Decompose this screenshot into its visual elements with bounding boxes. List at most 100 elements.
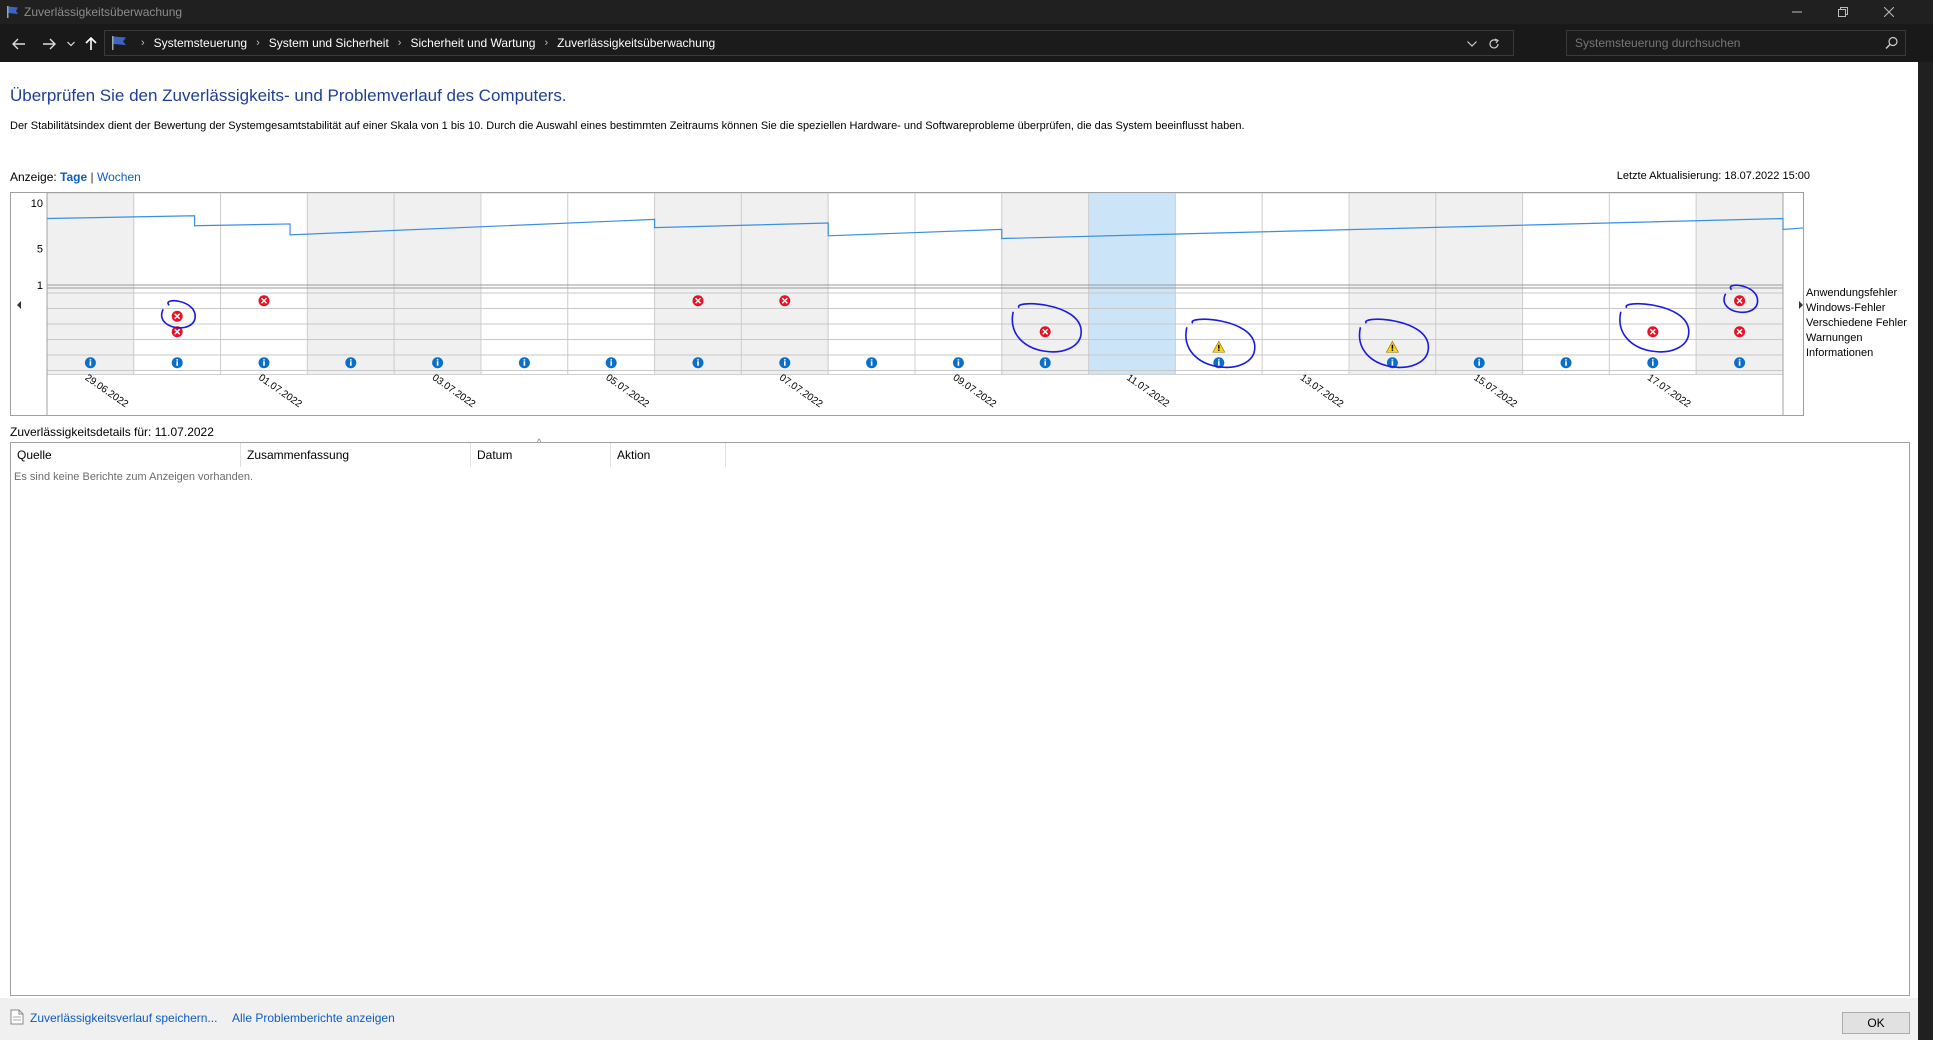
error-icon (258, 295, 270, 307)
info-icon-stem (523, 361, 526, 366)
warning-icon-mark (1218, 344, 1220, 349)
day-column[interactable] (46, 193, 135, 375)
chart-canvas[interactable]: 10 5 1 29.06.2022 01.07.2022 03.07.2022 05.07.… (11, 193, 1804, 416)
info-icon-stem (610, 361, 612, 366)
minimize-icon (1792, 11, 1802, 13)
breadcrumb-systemsteuerung[interactable]: Systemsteuerung (154, 36, 247, 50)
info-icon (171, 357, 183, 369)
info-icon (1647, 357, 1659, 369)
info-icon-stem (176, 361, 178, 366)
legend-windows-fehler: Windows-Fehler (1806, 302, 1886, 314)
info-icon (1473, 357, 1485, 369)
back-button[interactable] (8, 33, 30, 55)
error-icon (1647, 326, 1659, 338)
breadcrumb-separator[interactable]: › (256, 37, 260, 49)
sort-arrow-icon: ^ (537, 437, 542, 447)
info-icon-stem (1738, 361, 1741, 366)
info-icon (432, 357, 444, 369)
last-update-text: Letzte Aktualisierung: 18.07.2022 15:00 (1616, 170, 1810, 182)
main-content: Überprüfen Sie den Zuverlässigkeits- und… (0, 62, 1918, 1040)
warning-icon-dot (1391, 349, 1394, 351)
day-column[interactable] (740, 193, 829, 375)
view-weeks-link[interactable]: Wochen (97, 170, 141, 184)
y-tick-label: 5 (37, 244, 43, 256)
info-icon-dot (1652, 359, 1654, 361)
day-column[interactable] (1522, 193, 1610, 375)
legend-anwendungsfehler: Anwendungsfehler (1806, 287, 1898, 299)
error-icon (1734, 326, 1746, 338)
x-tick-label: 01.07.2022 (256, 372, 304, 410)
save-history-link[interactable]: Zuverlässigkeitsverlauf speichern... (30, 1011, 217, 1025)
info-icon-stem (784, 361, 786, 366)
minimize-button[interactable] (1774, 0, 1820, 24)
view-days-link[interactable]: Tage (60, 170, 87, 184)
info-icon-stem (1391, 361, 1394, 366)
search-box[interactable] (1566, 30, 1906, 56)
close-button[interactable] (1866, 0, 1912, 24)
chevron-down-icon (1467, 41, 1477, 47)
day-column[interactable] (306, 193, 395, 375)
day-column[interactable] (914, 193, 1003, 375)
day-column[interactable] (1608, 193, 1697, 375)
info-icon-dot (784, 359, 786, 361)
restore-button[interactable] (1820, 0, 1866, 24)
scrollbar[interactable] (1918, 62, 1933, 1040)
day-column[interactable] (827, 193, 916, 375)
reliability-chart[interactable]: 10 5 1 29.06.2022 01.07.2022 03.07.2022 05.07.… (10, 192, 1804, 416)
day-column[interactable] (220, 193, 308, 375)
address-bar[interactable]: › Systemsteuerung › System und Sicherhei… (104, 30, 1514, 56)
info-icon (518, 357, 530, 369)
day-column[interactable] (393, 193, 482, 375)
up-button[interactable] (80, 33, 102, 55)
all-reports-link[interactable]: Alle Problemberichte anzeigen (232, 1011, 395, 1025)
details-table[interactable]: Quelle Zusammenfassung Datum Aktion ^ Es… (10, 437, 1910, 996)
empty-message: Es sind keine Berichte zum Anzeigen vorh… (14, 471, 254, 483)
breadcrumb-zuverlaessigkeitsueberwachung[interactable]: Zuverlässigkeitsüberwachung (557, 36, 715, 50)
column-zusammenfassung[interactable]: Zusammenfassung (241, 443, 471, 467)
info-icon-dot (610, 359, 612, 361)
info-icon-stem (263, 361, 265, 366)
breadcrumb-separator[interactable]: › (398, 37, 402, 49)
warning-icon-mark (1391, 344, 1394, 349)
scroll-left-icon[interactable] (17, 301, 21, 309)
error-icon (1734, 295, 1746, 307)
recent-locations-button[interactable] (64, 33, 78, 55)
column-aktion[interactable]: Aktion (611, 443, 726, 467)
info-icon-stem (350, 361, 352, 366)
x-tick-label: 17.07.2022 (1645, 372, 1693, 410)
restore-icon (1838, 7, 1848, 17)
day-column[interactable] (1435, 193, 1524, 375)
y-tick-label: 10 (31, 198, 43, 210)
info-icon-dot (263, 359, 265, 361)
day-column[interactable] (654, 193, 742, 375)
day-column[interactable] (1001, 193, 1090, 375)
breadcrumb-separator[interactable]: › (544, 37, 548, 49)
table-header: Quelle Zusammenfassung Datum Aktion ^ (11, 437, 1909, 467)
forward-button[interactable] (38, 33, 60, 55)
info-icon (84, 357, 96, 369)
day-column[interactable] (133, 193, 222, 375)
info-icon-stem (1218, 361, 1220, 366)
ok-button[interactable]: OK (1842, 1012, 1910, 1034)
column-quelle[interactable]: Quelle (11, 443, 241, 467)
breadcrumb-system-und-sicherheit[interactable]: System und Sicherheit (269, 36, 389, 50)
breadcrumb-sicherheit-und-wartung[interactable]: Sicherheit und Wartung (410, 36, 535, 50)
address-history-button[interactable] (1461, 33, 1483, 55)
view-selector: Anzeige: Tage | Wochen (10, 170, 141, 184)
info-icon-stem (1044, 361, 1046, 366)
info-icon (258, 357, 270, 369)
refresh-button[interactable] (1483, 33, 1505, 55)
document-icon (10, 1009, 24, 1025)
day-column[interactable] (1088, 193, 1176, 375)
error-icon (171, 310, 183, 322)
info-icon-stem (1565, 361, 1567, 366)
day-column[interactable] (1261, 193, 1350, 375)
search-icon[interactable] (1885, 36, 1899, 50)
search-input[interactable] (1567, 31, 1867, 55)
info-icon (692, 357, 704, 369)
day-column[interactable] (480, 193, 569, 375)
info-icon (1734, 357, 1746, 369)
x-tick-label: 05.07.2022 (603, 372, 651, 410)
x-tick-label: 09.07.2022 (951, 372, 999, 410)
scroll-right-icon[interactable] (1799, 301, 1803, 309)
